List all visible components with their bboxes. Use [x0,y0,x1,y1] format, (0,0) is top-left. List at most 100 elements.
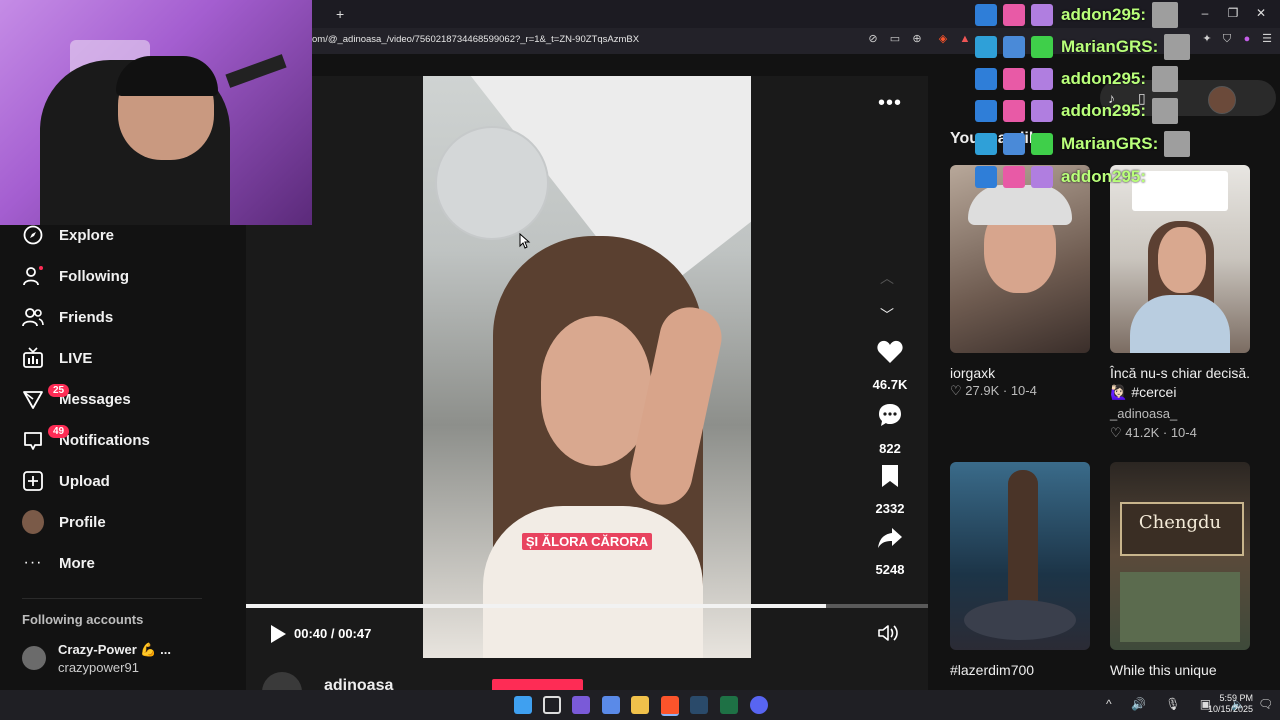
zoom-icon[interactable]: ⊕ [910,32,924,46]
rewards-icon[interactable]: ▲ [958,32,972,46]
sidebar-item-label: Explore [59,226,115,244]
recommendation-thumbnail[interactable] [950,165,1090,353]
account-name: Crazy-Power 💪 ... [58,642,171,657]
video-caption-text: ȘI ĂLORA CĂRORA [521,533,653,550]
webcam-overlay [0,0,312,225]
video-frame-sweater [483,506,703,658]
sidebar-item-more[interactable]: ··· More [22,548,95,578]
copilot-icon[interactable] [572,696,590,714]
volume-icon[interactable] [878,624,900,647]
bookmark-icon [862,464,918,495]
sidebar-item-live[interactable]: LIVE [22,343,92,373]
vpn-icon[interactable]: ⛉ [1220,32,1234,46]
heart-icon: ♡ [1110,425,1122,440]
sidebar-item-profile[interactable]: Profile [22,507,106,537]
sidebar-item-following[interactable]: Following [22,261,129,291]
sidebar-item-label: Following [59,267,129,285]
badge-icon [1003,36,1025,58]
task-view-icon[interactable] [543,696,561,714]
chevron-down-icon[interactable]: ﹀ [880,305,894,325]
recommendation-caption[interactable]: Încă nu-s chiar decisă. 🙋🏻‍♀️ #cercei [1110,364,1255,402]
recommendation-thumbnail[interactable]: Chengdu [1110,462,1250,650]
chat-message: addon295: [975,1,1179,29]
recommendation-thumbnail[interactable] [950,462,1090,650]
more-options-icon[interactable]: ••• [878,92,902,115]
recommendation-author[interactable]: _adinoasa_ [1110,406,1177,421]
recommendation-meta: ♡ 41.2K · 10-4 [1110,425,1197,440]
close-icon[interactable]: ✕ [1252,6,1270,20]
minimize-icon[interactable]: – [1196,6,1214,20]
chevron-up-icon[interactable]: ︿ [880,268,894,288]
sidebar-item-notifications[interactable]: 49 Notifications [22,425,150,455]
video-frame-face [541,316,651,466]
restore-icon[interactable]: ❐ [1224,6,1242,20]
share-button[interactable]: 5248 [862,527,918,577]
cast-icon[interactable]: ▭ [888,32,902,46]
notification-center-icon[interactable]: 🗨 [1258,697,1273,711]
divider [22,598,202,599]
badge-icon [1003,100,1025,122]
sidebar-item-label: Profile [59,513,106,531]
avatar [22,646,46,670]
clock-time: 5:59 PM [1219,693,1254,703]
comment-count: 822 [879,441,901,456]
following-icon [22,265,44,287]
sidebar-item-messages[interactable]: 25 Messages [22,384,131,414]
badge-icon [975,166,997,188]
emote-icon [1164,131,1191,157]
new-tab-button[interactable]: + [336,6,344,22]
video-player[interactable]: ȘI ĂLORA CĂRORA [423,76,751,658]
url-text[interactable]: om/@_adinoasa_/video/7560218734468599062… [312,34,639,45]
save-button[interactable]: 2332 [862,464,918,516]
sidebar-item-upload[interactable]: Upload [22,466,110,496]
steam-icon[interactable] [690,696,708,714]
chat-username: addon295: [1061,69,1147,88]
brave-shield-icon[interactable]: ◈ [936,32,950,46]
file-explorer-icon[interactable] [631,696,649,714]
like-button[interactable]: 46.7K [862,340,918,392]
account-username: crazypower91 [58,660,139,675]
reader-icon[interactable]: ⊘ [866,32,880,46]
badge-icon [1003,133,1025,155]
brave-browser-icon[interactable] [661,696,679,716]
streamer-beanie [116,56,218,96]
chat-username: addon295: [1061,167,1147,186]
recommendation-date: 10-4 [1010,383,1037,398]
sidebar-item-friends[interactable]: Friends [22,302,113,332]
app-icon[interactable] [602,696,620,714]
badge-icon [1031,133,1053,155]
recommendation-date: 10-4 [1170,425,1197,440]
compass-icon [22,224,44,246]
sidebar-item-label: Messages [59,390,131,408]
video-progress-fill [246,604,826,608]
extensions-icon[interactable]: ✦ [1200,32,1214,46]
save-count: 2332 [875,501,905,516]
windows-start-icon[interactable] [514,696,532,714]
play-icon[interactable] [268,624,288,649]
following-account-item[interactable]: Crazy-Power 💪 ... crazypower91 [22,642,242,682]
recommendation-thumbnail[interactable] [1110,165,1250,353]
menu-icon[interactable]: ☰ [1260,32,1274,46]
following-accounts-heading: Following accounts [22,612,144,627]
chat-message: addon295: [975,163,1146,191]
messages-icon: 25 [22,384,70,410]
recommendation-caption[interactable]: While this unique [1110,661,1255,680]
emote-icon [1152,98,1179,124]
chat-username: MarianGRS: [1061,134,1159,153]
badge-icon [975,68,997,90]
more-icon: ··· [23,554,43,571]
comment-button[interactable]: 822 [862,402,918,456]
avatar[interactable] [1208,86,1236,114]
messages-badge: 25 [48,384,70,397]
badge-icon [1003,4,1025,26]
system-clock[interactable]: 5:59 PM 10/15/2025 [1208,693,1253,715]
video-time: 00:40 / 00:47 [294,626,372,641]
chat-username: MarianGRS: [1061,37,1159,56]
excel-icon[interactable] [720,696,738,714]
discord-icon[interactable] [750,696,768,714]
recommendation-caption[interactable]: #lazerdim700 [950,661,1095,680]
recommendation-caption[interactable]: iorgaxk [950,364,1095,383]
like-count: 46.7K [872,377,908,392]
emote-icon [1164,34,1191,60]
wallet-icon[interactable]: ● [1240,32,1254,46]
